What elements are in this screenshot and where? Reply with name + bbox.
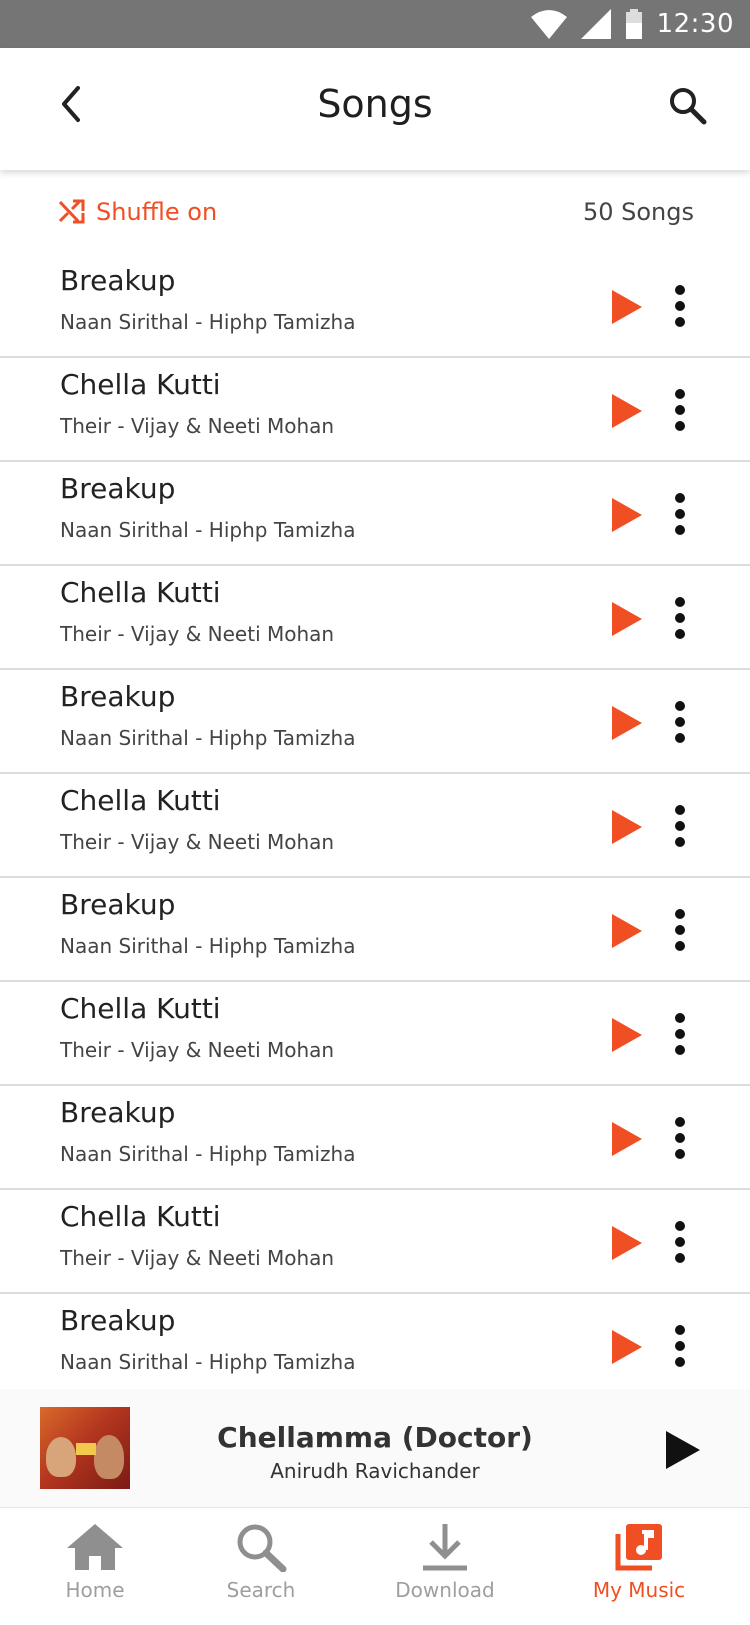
nav-item-search[interactable]: Search — [186, 1522, 336, 1602]
app-bar: Songs — [0, 48, 750, 170]
song-subtitle: Their - Vijay & Neeti Mohan — [60, 830, 335, 854]
song-row[interactable]: Breakup Naan Sirithal - Hiphp Tamizha — [0, 1086, 750, 1190]
song-subtitle: Naan Sirithal - Hiphp Tamizha — [60, 310, 356, 334]
song-row[interactable]: Breakup Naan Sirithal - Hiphp Tamizha — [0, 878, 750, 982]
play-icon[interactable] — [612, 602, 642, 636]
more-options-icon[interactable] — [668, 804, 692, 848]
more-options-icon[interactable] — [668, 388, 692, 432]
more-options-icon[interactable] — [668, 596, 692, 640]
shuffle-icon — [58, 199, 85, 224]
song-title: Chella Kutti — [60, 784, 221, 817]
shuffle-button[interactable]: Shuffle on — [58, 198, 217, 226]
song-row[interactable]: Chella Kutti Their - Vijay & Neeti Mohan — [0, 1190, 750, 1294]
song-title: Breakup — [60, 264, 176, 297]
status-bar: 12:30 — [0, 0, 750, 48]
song-subtitle: Their - Vijay & Neeti Mohan — [60, 1246, 335, 1270]
song-title: Chella Kutti — [60, 992, 221, 1025]
song-title: Chella Kutti — [60, 1200, 221, 1233]
mini-player-play-icon[interactable] — [666, 1431, 700, 1469]
song-subtitle: Their - Vijay & Neeti Mohan — [60, 1038, 335, 1062]
play-icon[interactable] — [612, 290, 642, 324]
play-icon[interactable] — [612, 1226, 642, 1260]
search-button[interactable] — [666, 84, 710, 128]
nav-item-my-music[interactable]: My Music — [564, 1522, 714, 1602]
more-options-icon[interactable] — [668, 492, 692, 536]
now-playing-artist: Anirudh Ravichander — [270, 1459, 480, 1483]
now-playing-title: Chellamma (Doctor) — [217, 1421, 533, 1454]
song-row[interactable]: Breakup Naan Sirithal - Hiphp Tamizha — [0, 1294, 750, 1389]
song-row[interactable]: Breakup Naan Sirithal - Hiphp Tamizha — [0, 670, 750, 774]
status-time: 12:30 — [656, 9, 734, 39]
nav-label-download: Download — [395, 1578, 495, 1602]
song-subtitle: Their - Vijay & Neeti Mohan — [60, 414, 335, 438]
song-subtitle: Naan Sirithal - Hiphp Tamizha — [60, 934, 356, 958]
mini-player[interactable]: Chellamma (Doctor) Anirudh Ravichander — [0, 1389, 750, 1507]
shuffle-label: Shuffle on — [96, 198, 218, 226]
music-library-icon — [615, 1524, 662, 1571]
song-subtitle: Naan Sirithal - Hiphp Tamizha — [60, 1142, 356, 1166]
play-icon[interactable] — [612, 810, 642, 844]
nav-label-home: Home — [65, 1578, 125, 1602]
home-icon — [67, 1524, 123, 1570]
song-row[interactable]: Breakup Naan Sirithal - Hiphp Tamizha — [0, 254, 750, 358]
more-options-icon[interactable] — [668, 1116, 692, 1160]
nav-label-search: Search — [226, 1578, 296, 1602]
song-title: Breakup — [60, 888, 176, 921]
song-subtitle: Naan Sirithal - Hiphp Tamizha — [60, 518, 356, 542]
shuffle-row: Shuffle on 50 Songs — [0, 170, 750, 254]
song-title: Breakup — [60, 1096, 176, 1129]
more-options-icon[interactable] — [668, 1012, 692, 1056]
song-row[interactable]: Chella Kutti Their - Vijay & Neeti Mohan — [0, 774, 750, 878]
song-count: 50 Songs — [582, 198, 694, 226]
play-icon[interactable] — [612, 498, 642, 532]
more-options-icon[interactable] — [668, 1220, 692, 1264]
play-icon[interactable] — [612, 914, 642, 948]
search-icon — [670, 88, 707, 125]
more-options-icon[interactable] — [668, 1324, 692, 1368]
song-subtitle: Naan Sirithal - Hiphp Tamizha — [60, 726, 356, 750]
song-list: Breakup Naan Sirithal - Hiphp Tamizha Ch… — [0, 254, 750, 1389]
more-options-icon[interactable] — [668, 700, 692, 744]
bottom-nav: Home Search Download My Music — [0, 1507, 750, 1625]
play-icon[interactable] — [612, 394, 642, 428]
play-icon[interactable] — [612, 706, 642, 740]
song-row[interactable]: Chella Kutti Their - Vijay & Neeti Mohan — [0, 982, 750, 1086]
play-icon[interactable] — [612, 1122, 642, 1156]
more-options-icon[interactable] — [668, 908, 692, 952]
search-icon — [237, 1524, 287, 1572]
battery-icon — [625, 9, 642, 39]
song-subtitle: Their - Vijay & Neeti Mohan — [60, 622, 335, 646]
page-title: Songs — [317, 82, 433, 126]
song-title: Breakup — [60, 1304, 176, 1337]
song-title: Breakup — [60, 680, 176, 713]
song-title: Chella Kutti — [60, 576, 221, 609]
song-row[interactable]: Chella Kutti Their - Vijay & Neeti Mohan — [0, 358, 750, 462]
song-row[interactable]: Chella Kutti Their - Vijay & Neeti Mohan — [0, 566, 750, 670]
song-row[interactable]: Breakup Naan Sirithal - Hiphp Tamizha — [0, 462, 750, 566]
nav-label-my-music: My Music — [592, 1578, 686, 1602]
play-icon[interactable] — [612, 1018, 642, 1052]
signal-icon — [580, 9, 611, 39]
download-icon — [423, 1524, 467, 1571]
nav-item-download[interactable]: Download — [370, 1522, 520, 1602]
song-subtitle: Naan Sirithal - Hiphp Tamizha — [60, 1350, 356, 1374]
more-options-icon[interactable] — [668, 284, 692, 328]
song-title: Chella Kutti — [60, 368, 221, 401]
wifi-icon — [530, 10, 567, 39]
nav-item-home[interactable]: Home — [20, 1522, 170, 1602]
song-title: Breakup — [60, 472, 176, 505]
play-icon[interactable] — [612, 1330, 642, 1364]
